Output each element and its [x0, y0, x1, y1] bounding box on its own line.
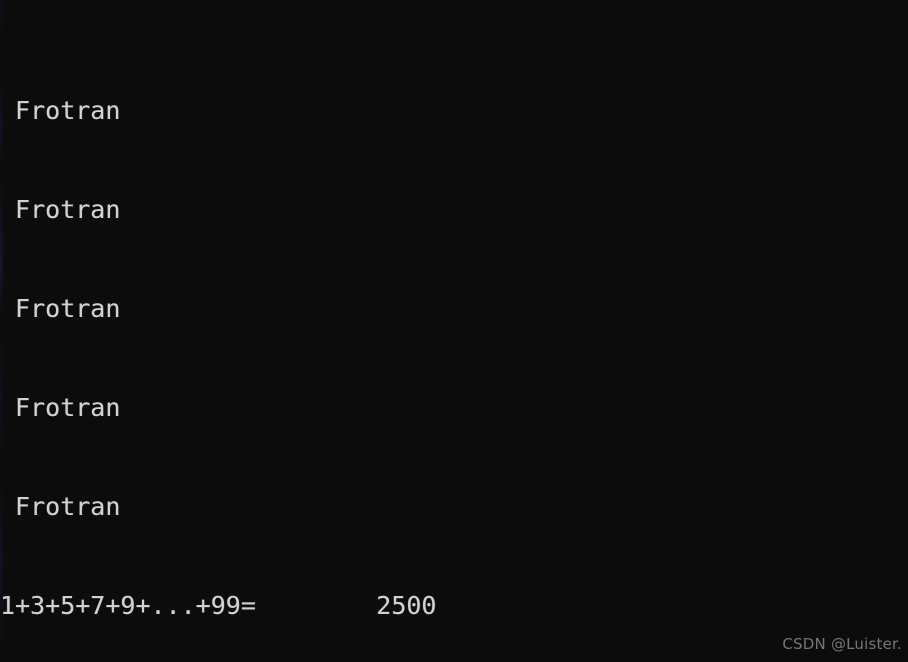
- terminal-line: Frotran: [0, 195, 121, 224]
- terminal-line: Frotran: [0, 294, 121, 323]
- terminal-output-area: Frotran Frotran Frotran Frotran Frotran …: [0, 0, 908, 662]
- terminal-line: 1+3+5+7+9+...+99= 2500: [0, 591, 437, 620]
- terminal-console[interactable]: Frotran Frotran Frotran Frotran Frotran …: [0, 0, 908, 662]
- terminal-line: Frotran: [0, 96, 121, 125]
- terminal-line: Frotran: [0, 492, 121, 521]
- terminal-line: Frotran: [0, 393, 121, 422]
